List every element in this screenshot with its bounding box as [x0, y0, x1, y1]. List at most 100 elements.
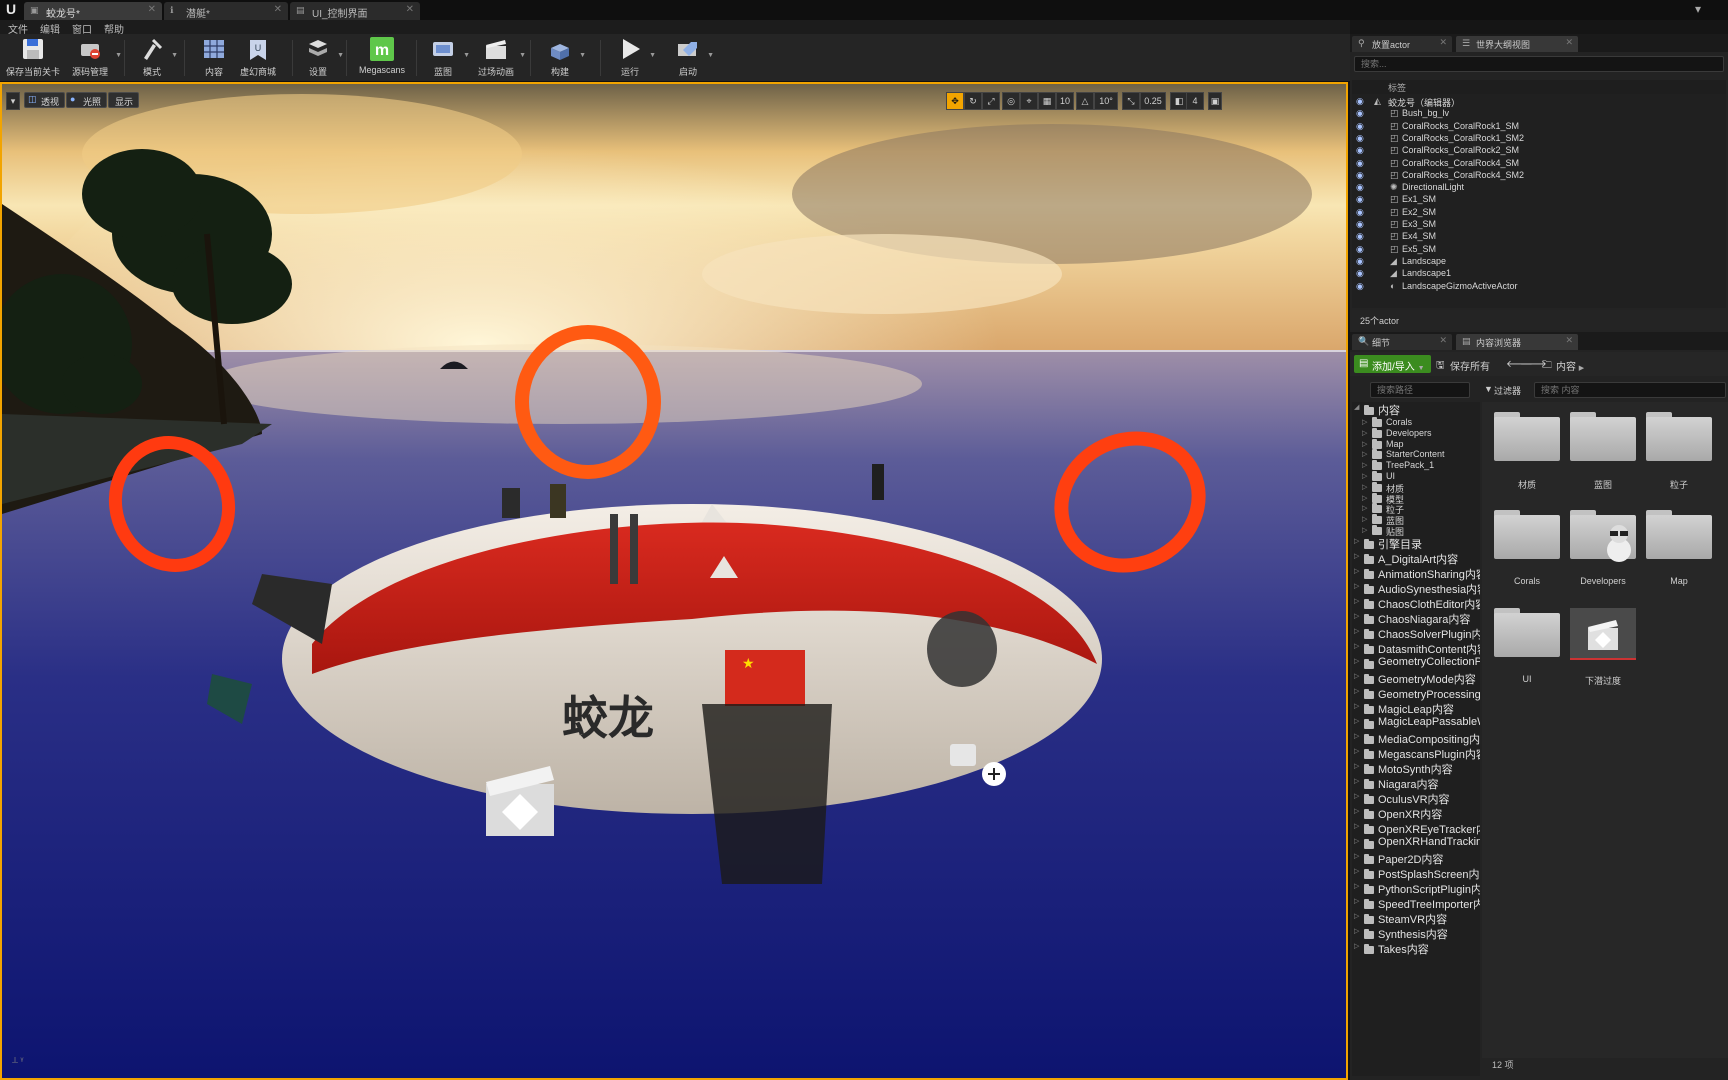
expand-arrow-icon[interactable]: ▷ [1354, 582, 1359, 590]
expand-arrow-icon[interactable]: ▷ [1354, 912, 1359, 920]
outliner-row[interactable]: ◉ ◰ Ex4_SM [1352, 231, 1726, 243]
folder-tree-item[interactable]: ▷ ChaosNiagara内容 [1352, 611, 1480, 626]
close-icon[interactable]: ✕ [1565, 37, 1573, 48]
outliner-row[interactable]: ◉ ◰ Bush_bg_lv [1352, 108, 1726, 120]
world-space-icon[interactable]: ◎ [1002, 92, 1020, 110]
save-level-button[interactable]: 保存当前关卡 [4, 36, 62, 80]
add-import-button[interactable]: ▤ 添加/导入 ▼ [1354, 355, 1431, 373]
camera-speed-value[interactable]: 4 [1186, 92, 1204, 110]
expand-arrow-icon[interactable]: ▷ [1362, 504, 1367, 512]
outliner-row[interactable]: ◉ ◐ LandscapeGizmoActiveActor [1352, 281, 1726, 293]
outliner-row[interactable]: ◉ ◰ CoralRocks_CoralRock1_SM [1352, 121, 1726, 133]
expand-arrow-icon[interactable]: ▷ [1354, 612, 1359, 620]
visibility-eye-icon[interactable]: ◉ [1356, 281, 1368, 292]
folder-tree-item[interactable]: ▷ OpenXRHandTracking [1352, 836, 1480, 851]
expand-arrow-icon[interactable]: ▷ [1362, 483, 1367, 491]
folder-tree-item[interactable]: ▷ 材质 [1352, 481, 1480, 494]
visibility-eye-icon[interactable]: ◉ [1356, 268, 1368, 279]
expand-arrow-icon[interactable]: ▷ [1354, 942, 1359, 950]
folder-tree-item[interactable]: ▷ Takes内容 [1352, 941, 1480, 956]
expand-arrow-icon[interactable]: ▷ [1354, 882, 1359, 890]
build-button[interactable]: 构建 ▼ [542, 36, 586, 80]
expand-arrow-icon[interactable]: ▷ [1362, 526, 1367, 534]
folder-tree-item[interactable]: ▷ SteamVR内容 [1352, 911, 1480, 926]
window-menu-icon[interactable]: ▾ [1688, 2, 1708, 18]
expand-arrow-icon[interactable]: ▷ [1354, 897, 1359, 905]
close-icon[interactable]: ✕ [406, 4, 414, 15]
outliner-row[interactable]: ◉ ◰ Ex3_SM [1352, 219, 1726, 231]
expand-arrow-icon[interactable]: ▷ [1362, 494, 1367, 502]
expand-arrow-open-icon[interactable]: ◢ [1354, 403, 1359, 411]
tab-blueprint[interactable]: ℹ 潜艇* ✕ [164, 2, 288, 20]
chevron-down-icon[interactable]: ▼ [463, 52, 470, 59]
folder-tree-item[interactable]: ▷ OpenXREyeTracker内容 [1352, 821, 1480, 836]
outliner-row[interactable]: ◉ ◰ CoralRocks_CoralRock4_SM2 [1352, 170, 1726, 182]
expand-arrow-icon[interactable]: ▷ [1354, 597, 1359, 605]
expand-arrow-icon[interactable]: ▷ [1354, 537, 1359, 545]
scale-snap-value[interactable]: 0.25 [1140, 92, 1166, 110]
asset-tile-folder[interactable]: Developers [1564, 504, 1638, 596]
asset-tile-folder[interactable]: Map [1640, 504, 1714, 596]
asset-tile-sequence[interactable]: 下潜过度 [1564, 602, 1638, 694]
outliner-row[interactable]: ◉ ◢ Landscape1 [1352, 268, 1726, 280]
asset-tile-folder[interactable]: 粒子 [1640, 406, 1714, 498]
expand-arrow-icon[interactable]: ▷ [1362, 515, 1367, 523]
close-icon[interactable]: ✕ [1565, 335, 1573, 346]
tab-place-actors[interactable]: ⚲ 放置actor ✕ [1352, 36, 1452, 52]
expand-arrow-icon[interactable]: ▷ [1354, 777, 1359, 785]
folder-tree-item[interactable]: ▷ 模型 [1352, 492, 1480, 505]
folder-tree-item[interactable]: ▷ GeometryMode内容 [1352, 671, 1480, 686]
folder-tree-item[interactable]: ◢ 内容 [1352, 402, 1480, 417]
expand-arrow-icon[interactable]: ▷ [1354, 732, 1359, 740]
folder-tree-item[interactable]: ▷ 粒子 [1352, 503, 1480, 515]
settings-button[interactable]: 设置 ▼ [300, 36, 344, 80]
asset-tile-folder[interactable]: UI [1488, 602, 1562, 694]
folder-tree-item[interactable]: ▷ AudioSynesthesia内容 [1352, 581, 1480, 596]
visibility-eye-icon[interactable]: ◉ [1356, 145, 1368, 156]
expand-arrow-icon[interactable]: ▷ [1362, 429, 1367, 437]
scale-snap-icon[interactable]: ⤡ [1122, 92, 1140, 110]
folder-tree-item[interactable]: ▷ OpenXR内容 [1352, 806, 1480, 821]
close-icon[interactable]: ✕ [274, 4, 282, 15]
visibility-eye-icon[interactable]: ◉ [1356, 182, 1368, 193]
chevron-down-icon[interactable]: ▼ [337, 52, 344, 59]
expand-arrow-icon[interactable]: ▷ [1354, 657, 1359, 665]
content-button[interactable]: 内容 [194, 36, 234, 80]
expand-arrow-icon[interactable]: ▷ [1354, 927, 1359, 935]
folder-tree-item[interactable]: ▷ PythonScriptPlugin内容 [1352, 881, 1480, 896]
folder-tree-item[interactable]: ▷ MagicLeap内容 [1352, 701, 1480, 716]
tab-content-browser[interactable]: ▤ 内容浏览器 ✕ [1456, 334, 1578, 350]
folder-tree-item[interactable]: ▷ UI [1352, 471, 1480, 482]
expand-arrow-icon[interactable]: ▷ [1354, 792, 1359, 800]
tab-details[interactable]: 🔍 细节 ✕ [1352, 334, 1452, 350]
folder-tree-item[interactable]: ▷ Niagara内容 [1352, 776, 1480, 791]
expand-arrow-icon[interactable]: ▷ [1354, 702, 1359, 710]
asset-tile-folder[interactable]: Corals [1488, 504, 1562, 596]
folder-tree-item[interactable]: ▷ 贴图 [1352, 525, 1480, 537]
outliner-row[interactable]: ◉ ◰ CoralRocks_CoralRock2_SM [1352, 145, 1726, 157]
grid-snap-icon[interactable]: ▦ [1038, 92, 1056, 110]
blueprints-button[interactable]: 蓝图 ▼ [424, 36, 470, 80]
viewport-menu-button[interactable]: ▾ [6, 92, 20, 110]
rotate-tool-icon[interactable]: ↻ [964, 92, 982, 110]
expand-arrow-icon[interactable]: ▷ [1354, 642, 1359, 650]
tab-world-outliner[interactable]: ☰ 世界大纲视图 ✕ [1456, 36, 1578, 52]
tab-level[interactable]: ▣ 蛟龙号* ✕ [24, 2, 162, 20]
expand-arrow-icon[interactable]: ▷ [1362, 418, 1367, 426]
lit-button[interactable]: ● 光照 [66, 92, 108, 108]
expand-arrow-icon[interactable]: ▷ [1354, 687, 1359, 695]
visibility-eye-icon[interactable]: ◉ [1356, 219, 1368, 230]
search-content-input[interactable] [1534, 382, 1726, 398]
expand-arrow-icon[interactable]: ▷ [1354, 762, 1359, 770]
folder-tree-item[interactable]: ▷ Paper2D内容 [1352, 851, 1480, 866]
path-breadcrumb[interactable]: 🗀 内容 ▶ [1542, 356, 1584, 373]
rotation-snap-icon[interactable]: △ [1076, 92, 1094, 110]
folder-tree-item[interactable]: ▷ MediaCompositing内容 [1352, 731, 1480, 746]
visibility-eye-icon[interactable]: ◉ [1356, 231, 1368, 242]
visibility-eye-icon[interactable]: ◉ [1356, 158, 1368, 169]
rotation-snap-value[interactable]: 10° [1094, 92, 1118, 110]
close-icon[interactable]: ✕ [1439, 37, 1447, 48]
outliner-row[interactable]: ◉ ◰ Ex5_SM [1352, 244, 1726, 256]
asset-tile-folder[interactable]: 蓝图 [1564, 406, 1638, 498]
folder-tree-item[interactable]: ▷ Map [1352, 438, 1480, 450]
